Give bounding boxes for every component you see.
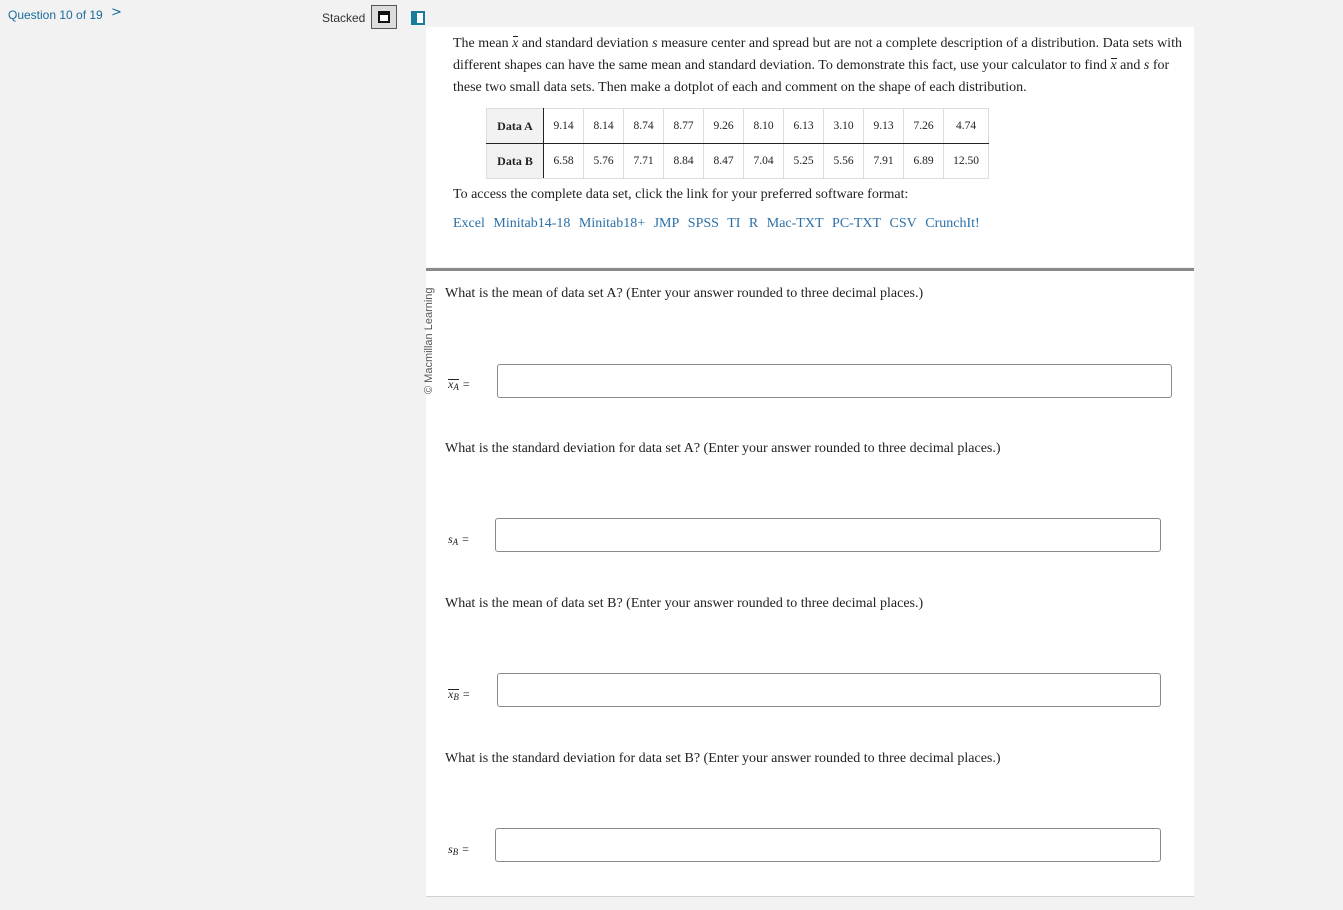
stacked-view-button[interactable] (371, 5, 397, 29)
table-cell: 8.47 (703, 143, 744, 179)
table-cell: 3.10 (823, 108, 864, 144)
link-excel[interactable]: Excel (453, 216, 485, 231)
question-stem-text: The mean x and standard deviation s meas… (453, 33, 1183, 99)
next-question-chevron-icon[interactable]: > (111, 5, 122, 20)
question-sd-a: What is the standard deviation for data … (445, 441, 1001, 456)
link-spss[interactable]: SPSS (688, 216, 719, 231)
table-cell: 7.26 (903, 108, 944, 144)
data-row-a: Data A 9.14 8.14 8.74 8.77 9.26 8.10 6.1… (486, 108, 989, 144)
access-instructions: To access the complete data set, click t… (453, 187, 909, 202)
table-cell: 5.56 (823, 143, 864, 179)
table-cell: 6.89 (903, 143, 944, 179)
split-view-button[interactable] (404, 5, 430, 29)
sd-a-input[interactable] (495, 518, 1161, 552)
question-mean-a: What is the mean of data set A? (Enter y… (445, 286, 924, 301)
link-minitab18plus[interactable]: Minitab18+ (579, 216, 645, 231)
link-mac-txt[interactable]: Mac-TXT (767, 216, 824, 231)
link-crunchit[interactable]: CrunchIt! (925, 216, 979, 231)
copyright-notice: © Macmillan Learning (423, 287, 435, 394)
link-r[interactable]: R (749, 216, 758, 231)
split-layout-icon (411, 11, 425, 25)
table-cell: 7.04 (743, 143, 784, 179)
x-bar-a-symbol: xA (448, 377, 459, 392)
table-cell: 9.14 (543, 108, 584, 144)
table-cell: 4.74 (943, 108, 989, 144)
top-bar: Question 10 of 19 > Stacked (0, 0, 1343, 30)
table-cell: 5.76 (583, 143, 624, 179)
equals-sign: = (462, 842, 469, 856)
mean-b-input[interactable] (497, 673, 1161, 707)
answer-panel: © Macmillan Learning What is the mean of… (423, 271, 1194, 897)
view-mode-label: Stacked (322, 11, 366, 25)
link-jmp[interactable]: JMP (654, 216, 680, 231)
table-cell: 12.50 (943, 143, 989, 179)
row-label-data-b: Data B (486, 143, 544, 179)
data-row-b: Data B 6.58 5.76 7.71 8.84 8.47 7.04 5.2… (486, 143, 989, 179)
link-ti[interactable]: TI (727, 216, 740, 231)
table-cell: 8.10 (743, 108, 784, 144)
table-cell: 7.91 (863, 143, 904, 179)
label-sd-b: sB = (448, 842, 469, 857)
var-subscript: B (453, 692, 459, 702)
question-sd-b: What is the standard deviation for data … (445, 751, 1001, 766)
label-mean-a: xA = (448, 377, 470, 392)
x-bar-symbol: x (1110, 55, 1117, 77)
table-cell: 8.77 (663, 108, 704, 144)
table-cell: 9.26 (703, 108, 744, 144)
equals-sign: = (462, 687, 470, 701)
var-subscript: A (452, 537, 459, 547)
table-cell: 5.25 (783, 143, 824, 179)
stem-text-1: The mean (453, 36, 513, 51)
question-counter[interactable]: Question 10 of 19 (8, 8, 103, 22)
var-subscript: B (452, 847, 459, 857)
table-cell: 6.58 (543, 143, 584, 179)
mean-a-input[interactable] (497, 364, 1172, 398)
data-table: Data A 9.14 8.14 8.74 8.77 9.26 8.10 6.1… (486, 108, 989, 179)
x-bar-b-symbol: xB (448, 687, 459, 702)
question-stem-panel: The mean x and standard deviation s meas… (426, 27, 1194, 267)
table-cell: 9.13 (863, 108, 904, 144)
equals-sign: = (462, 532, 469, 546)
label-sd-a: sA = (448, 532, 469, 547)
table-cell: 8.14 (583, 108, 624, 144)
table-cell: 8.74 (623, 108, 664, 144)
label-mean-b: xB = (448, 687, 470, 702)
equals-sign: = (462, 377, 470, 391)
link-csv[interactable]: CSV (890, 216, 917, 231)
link-minitab14-18[interactable]: Minitab14-18 (493, 216, 570, 231)
x-bar-symbol: x (512, 33, 519, 55)
stem-text-2: and standard deviation (518, 36, 653, 51)
table-cell: 8.84 (663, 143, 704, 179)
question-mean-b: What is the mean of data set B? (Enter y… (445, 596, 924, 611)
sd-b-input[interactable] (495, 828, 1161, 862)
software-format-links: Excel Minitab14-18 Minitab18+ JMP SPSS T… (453, 216, 985, 232)
table-cell: 6.13 (783, 108, 824, 144)
link-pc-txt[interactable]: PC-TXT (832, 216, 881, 231)
stem-text-4: and (1116, 58, 1144, 73)
var-subscript: A (453, 382, 459, 392)
table-cell: 7.71 (623, 143, 664, 179)
stacked-layout-icon (378, 11, 390, 23)
row-label-data-a: Data A (486, 108, 544, 144)
